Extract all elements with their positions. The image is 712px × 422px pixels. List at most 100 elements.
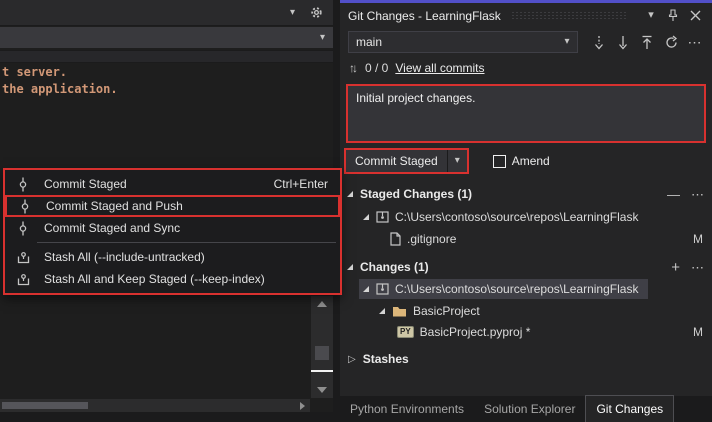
chevron-down-icon[interactable]: ▾ [320,33,325,43]
git-commit-icon [17,198,33,214]
file-status-badge: M [693,325,703,339]
section-title: Staged Changes (1) [360,187,472,201]
python-project-icon: PY [397,326,414,338]
menu-item-label: Stash All (--include-untracked) [44,250,205,264]
amend-option: Amend [493,154,550,168]
tool-window-tab-bar: Python Environments Solution Explorer Gi… [340,396,712,422]
gear-icon[interactable] [307,5,325,21]
commit-actions-context-menu: Commit Staged Ctrl+Enter Commit Staged a… [3,168,342,295]
current-branch-name: main [349,35,557,49]
staged-changes-header[interactable]: Staged Changes (1) — ⋯ [340,184,712,204]
expander-open-icon[interactable] [379,308,385,314]
titlebar-grip [511,11,628,20]
git-commit-icon [15,176,31,192]
scroll-up-arrow-icon[interactable] [317,301,327,307]
tab-git-changes[interactable]: Git Changes [585,395,674,422]
expander-closed-icon[interactable]: ▷ [348,354,356,365]
code-line: the application. [0,81,310,98]
repository-icon [376,283,389,295]
staged-file-row[interactable]: .gitignore M [340,229,712,249]
menu-item-label: Commit Staged and Push [46,199,183,213]
editor-dropdown-bar[interactable]: ▾ [0,27,333,48]
expander-open-icon[interactable] [347,191,353,197]
git-stash-icon [15,271,31,287]
amend-checkbox[interactable] [493,155,506,168]
chevron-down-icon: ▾ [557,32,577,52]
git-actions-toolbar: ⋯ [590,33,704,51]
staged-repo-row[interactable]: C:\Users\contoso\source\repos\LearningFl… [340,207,712,227]
menu-item-label: Stash All and Keep Staged (--keep-index) [44,272,265,286]
file-icon [389,232,401,246]
unstage-all-icon[interactable]: — [667,188,680,201]
menu-item-label: Commit Staged [44,177,127,191]
stashes-header[interactable]: ▷ Stashes [340,349,712,369]
folder-name: BasicProject [413,304,480,318]
changes-repo-row[interactable]: C:\Users\contoso\source\repos\LearningFl… [340,279,712,299]
expander-open-icon[interactable] [363,214,369,220]
menu-item-commit-staged-and-sync[interactable]: Commit Staged and Sync [5,217,340,239]
menu-item-commit-staged-and-push[interactable]: Commit Staged and Push [5,195,340,217]
branch-toolbar: main ▾ [348,31,704,53]
stage-all-icon[interactable]: + [671,260,680,275]
section-actions: + ⋯ [671,257,704,277]
commit-staged-split-button: Commit Staged ▾ [344,148,469,174]
ellipsis-icon[interactable]: ⋯ [691,261,704,274]
commit-controls-row: Commit Staged ▾ Amend [344,148,550,174]
folder-icon [392,305,407,317]
selected-row-highlight: C:\Users\contoso\source\repos\LearningFl… [359,279,648,299]
changes-file-row[interactable]: PY BasicProject.pyproj * M [340,322,712,342]
commit-options-dropdown[interactable]: ▾ [448,150,467,172]
panel-titlebar[interactable]: Git Changes - LearningFlask ▾ [340,3,712,28]
expander-open-icon[interactable] [363,286,369,292]
incoming-outgoing-icon: ↑↓ [349,61,358,75]
file-name: BasicProject.pyproj * [420,325,531,339]
scrollbar-thumb[interactable] [2,402,88,409]
scroll-right-arrow-icon[interactable] [300,402,305,410]
commit-counts: 0 / 0 [365,61,388,75]
tab-solution-explorer[interactable]: Solution Explorer [474,396,585,422]
push-icon[interactable] [638,33,656,51]
repository-icon [376,211,389,223]
file-name: .gitignore [407,232,456,246]
git-commit-icon [15,220,31,236]
commit-staged-button[interactable]: Commit Staged [346,150,447,172]
menu-item-stash-all[interactable]: Stash All (--include-untracked) [5,246,340,268]
menu-item-stash-all-keep-staged[interactable]: Stash All and Keep Staged (--keep-index) [5,268,340,290]
section-title: Stashes [363,352,409,366]
ellipsis-icon[interactable]: ⋯ [691,188,704,201]
window-position-chevron-icon[interactable]: ▾ [642,8,660,24]
editor-secondary-bar [0,50,333,63]
tab-python-environments[interactable]: Python Environments [340,396,474,422]
section-actions: — ⋯ [667,184,704,204]
amend-label: Amend [512,154,550,168]
vertical-scrollbar[interactable] [311,296,333,398]
menu-item-commit-staged[interactable]: Commit Staged Ctrl+Enter [5,173,340,195]
repo-path: C:\Users\contoso\source\repos\LearningFl… [395,282,638,296]
view-all-commits-link[interactable]: View all commits [395,61,484,75]
scrollbar-thumb[interactable] [315,346,329,360]
pin-icon[interactable] [664,8,682,24]
repo-path: C:\Users\contoso\source\repos\LearningFl… [395,210,638,224]
refresh-icon[interactable] [662,33,680,51]
menu-separator [37,242,336,243]
git-changes-panel: Git Changes - LearningFlask ▾ main ▾ [340,0,712,396]
scroll-down-arrow-icon[interactable] [317,387,327,393]
pull-icon[interactable] [614,33,632,51]
close-icon[interactable] [686,8,704,24]
commit-message-input[interactable]: Initial project changes. [346,84,706,143]
changes-header[interactable]: Changes (1) + ⋯ [340,257,712,277]
expander-open-icon[interactable] [347,264,353,270]
chevron-down-icon[interactable]: ▾ [290,8,295,18]
menu-item-label: Commit Staged and Sync [44,221,180,235]
panel-title: Git Changes - LearningFlask [348,9,501,23]
branch-selector[interactable]: main ▾ [348,31,578,53]
editor-toolbar: ▾ [0,0,333,26]
commits-status-row: ↑↓ 0 / 0 View all commits [349,59,485,77]
ellipsis-icon[interactable]: ⋯ [686,33,704,51]
changes-folder-row[interactable]: BasicProject [340,301,712,321]
file-status-badge: M [693,232,703,246]
fetch-icon[interactable] [590,33,608,51]
git-stash-icon [15,249,31,265]
code-line: t server. [0,64,310,81]
horizontal-scrollbar[interactable] [0,399,310,412]
